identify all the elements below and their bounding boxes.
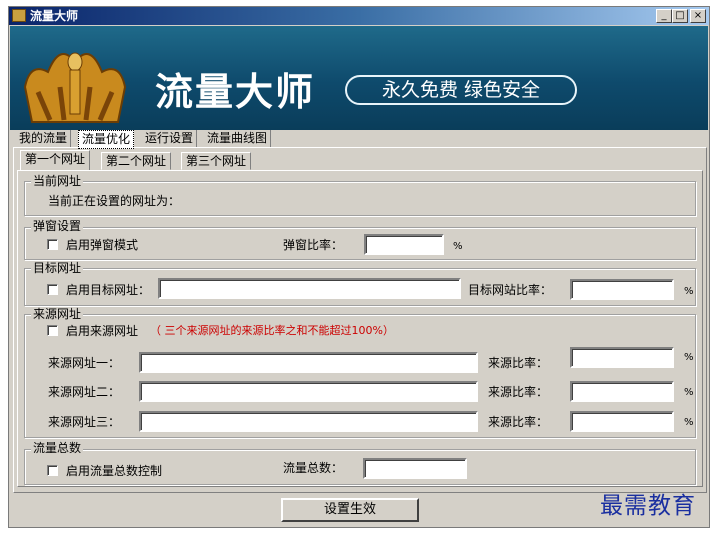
source-ratio-3-label: 来源比率：	[488, 415, 549, 429]
crown-logo-icon	[23, 52, 127, 123]
source-ratio-1-unit: %	[684, 352, 694, 363]
target-enable-checkbox[interactable]	[47, 284, 58, 295]
banner-slogan: 永久免费 绿色安全	[345, 75, 577, 105]
title-bar[interactable]	[9, 7, 709, 25]
tab-first-url[interactable]: 第一个网址	[20, 150, 91, 171]
banner-title: 流量大师	[155, 70, 316, 114]
source-url-3-input[interactable]	[139, 411, 478, 432]
total-enable-label: 启用流量总数控制	[66, 464, 163, 478]
popup-ratio-label: 弹窗比率：	[283, 238, 344, 252]
current-url-legend: 当前网址	[31, 174, 84, 188]
popup-enable-label: 启用弹窗模式	[66, 238, 139, 252]
total-count-label: 流量总数：	[283, 461, 344, 475]
source-url-1-input[interactable]	[139, 352, 478, 373]
total-enable-checkbox[interactable]	[47, 465, 58, 476]
source-ratio-2-input[interactable]	[570, 381, 674, 402]
crown-icon	[12, 9, 26, 22]
target-legend: 目标网址	[31, 261, 84, 275]
tab-third-url[interactable]: 第三个网址	[181, 152, 252, 170]
popup-enable-checkbox[interactable]	[47, 239, 58, 250]
source-legend: 来源网址	[31, 307, 84, 321]
source-ratio-1-input[interactable]	[570, 347, 674, 368]
tab-my-traffic[interactable]: 我的流量	[16, 130, 72, 147]
source-ratio-3-input[interactable]	[570, 411, 674, 432]
target-ratio-label: 目标网站比率：	[468, 283, 553, 297]
source-url-1-label: 来源网址一：	[48, 356, 121, 370]
total-legend: 流量总数	[31, 441, 84, 455]
popup-ratio-input[interactable]	[364, 234, 444, 255]
tab-second-url[interactable]: 第二个网址	[101, 152, 172, 170]
source-ratio-2-label: 来源比率：	[488, 385, 549, 399]
total-count-input[interactable]	[363, 458, 467, 479]
close-button[interactable]: ×	[690, 9, 706, 23]
source-enable-checkbox[interactable]	[47, 325, 58, 336]
popup-ratio-unit: %	[453, 241, 463, 252]
target-url-input[interactable]	[158, 278, 461, 299]
tab-traffic-curve[interactable]: 流量曲线图	[204, 130, 272, 147]
source-url-3-label: 来源网址三：	[48, 415, 121, 429]
source-ratio-3-unit: %	[684, 417, 694, 428]
target-ratio-unit: %	[684, 286, 694, 297]
maximize-button[interactable]: □	[672, 9, 688, 23]
source-ratio-2-unit: %	[684, 387, 694, 398]
source-url-2-input[interactable]	[139, 381, 478, 402]
target-ratio-input[interactable]	[570, 279, 674, 300]
watermark: 最需教育	[600, 493, 696, 519]
target-enable-label: 启用目标网址：	[66, 283, 151, 297]
minimize-button[interactable]: _	[656, 9, 672, 23]
tab-run-settings[interactable]: 运行设置	[142, 130, 198, 147]
current-url-text: 当前正在设置的网址为：	[48, 194, 181, 208]
source-ratio-1-label: 来源比率：	[488, 356, 549, 370]
popup-legend: 弹窗设置	[31, 219, 84, 233]
window-title: 流量大师	[30, 9, 79, 23]
source-url-2-label: 来源网址二：	[48, 385, 121, 399]
source-enable-label: 启用来源网址	[66, 324, 139, 338]
source-warning: （ 三个来源网址的来源比率之和不能超过100%）	[150, 324, 394, 337]
apply-settings-button[interactable]: 设置生效	[281, 498, 419, 522]
